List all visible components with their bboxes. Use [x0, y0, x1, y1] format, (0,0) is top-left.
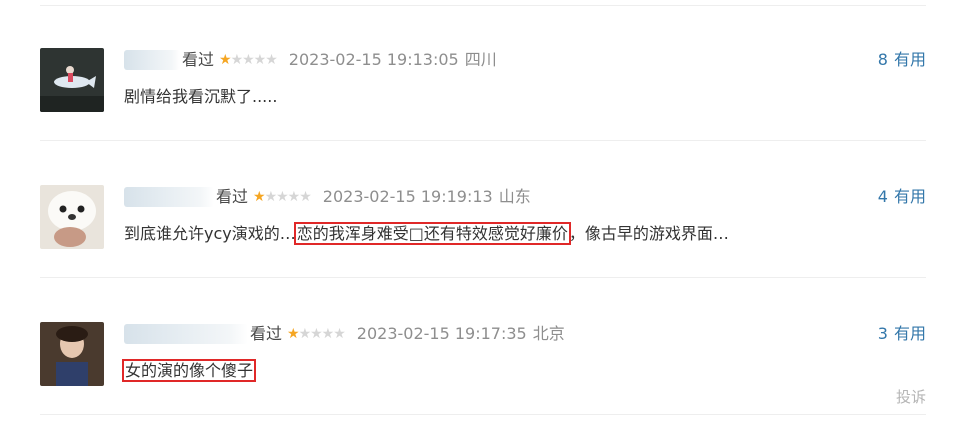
vote-count: 8 — [877, 50, 888, 69]
comment-time: 2023-02-15 19:13:05 — [288, 50, 459, 69]
report-button[interactable]: 投诉 — [896, 386, 926, 407]
useful-button[interactable]: 有用 — [894, 186, 926, 208]
comment-item: 看过 ★ ★★★★ 2023-02-15 19:13:05 四川 8 有用 剧情给… — [40, 48, 926, 118]
watch-status: 看过 — [182, 50, 215, 69]
star-empty-icon: ★★★★ — [264, 189, 312, 205]
comment-time: 2023-02-15 19:19:13 — [322, 187, 493, 206]
comment-content: 女的演的像个傻子 — [121, 359, 257, 382]
divider — [40, 277, 926, 278]
comment-item: 看过 ★ ★★★★ 2023-02-15 19:19:13 山东 4 有用 到底谁… — [40, 185, 926, 255]
star-empty-icon: ★★★★ — [298, 326, 346, 342]
avatar[interactable] — [40, 48, 104, 112]
comment-location: 北京 — [532, 324, 565, 343]
divider — [40, 140, 926, 141]
username-blurred[interactable] — [124, 187, 214, 207]
highlight-box: 女的演的像个傻子 — [121, 359, 257, 382]
star-filled-icon: ★ — [219, 52, 232, 68]
highlight-box: 恋的我浑身难受□还有特效感觉好廉价 — [293, 222, 571, 245]
comment-time: 2023-02-15 19:17:35 — [356, 324, 527, 343]
divider — [40, 414, 926, 415]
comment-location: 山东 — [498, 187, 531, 206]
avatar[interactable] — [40, 322, 104, 386]
comment-item: 看过 ★ ★★★★ 2023-02-15 19:17:35 北京 3 有用 女的演… — [40, 322, 926, 392]
watch-status: 看过 — [216, 187, 249, 206]
rating-stars: ★ ★★★★ — [287, 323, 346, 345]
comment-content: 剧情给我看沉默了..... — [124, 87, 278, 106]
vote-count: 4 — [877, 187, 888, 206]
rating-stars: ★ ★★★★ — [219, 49, 278, 71]
star-filled-icon: ★ — [253, 189, 266, 205]
star-filled-icon: ★ — [287, 326, 300, 342]
vote-count: 3 — [877, 324, 888, 343]
star-empty-icon: ★★★★ — [230, 52, 278, 68]
comment-location: 四川 — [464, 50, 497, 69]
username-blurred[interactable] — [124, 324, 248, 344]
username-blurred[interactable] — [124, 50, 180, 70]
useful-button[interactable]: 有用 — [894, 323, 926, 345]
watch-status: 看过 — [250, 324, 283, 343]
useful-button[interactable]: 有用 — [894, 49, 926, 71]
divider — [40, 5, 926, 6]
avatar[interactable] — [40, 185, 104, 249]
rating-stars: ★ ★★★★ — [253, 186, 312, 208]
comment-content: 到底谁允许ycy演戏的…恋的我浑身难受□还有特效感觉好廉价，像古早的游戏界面… — [124, 222, 729, 245]
